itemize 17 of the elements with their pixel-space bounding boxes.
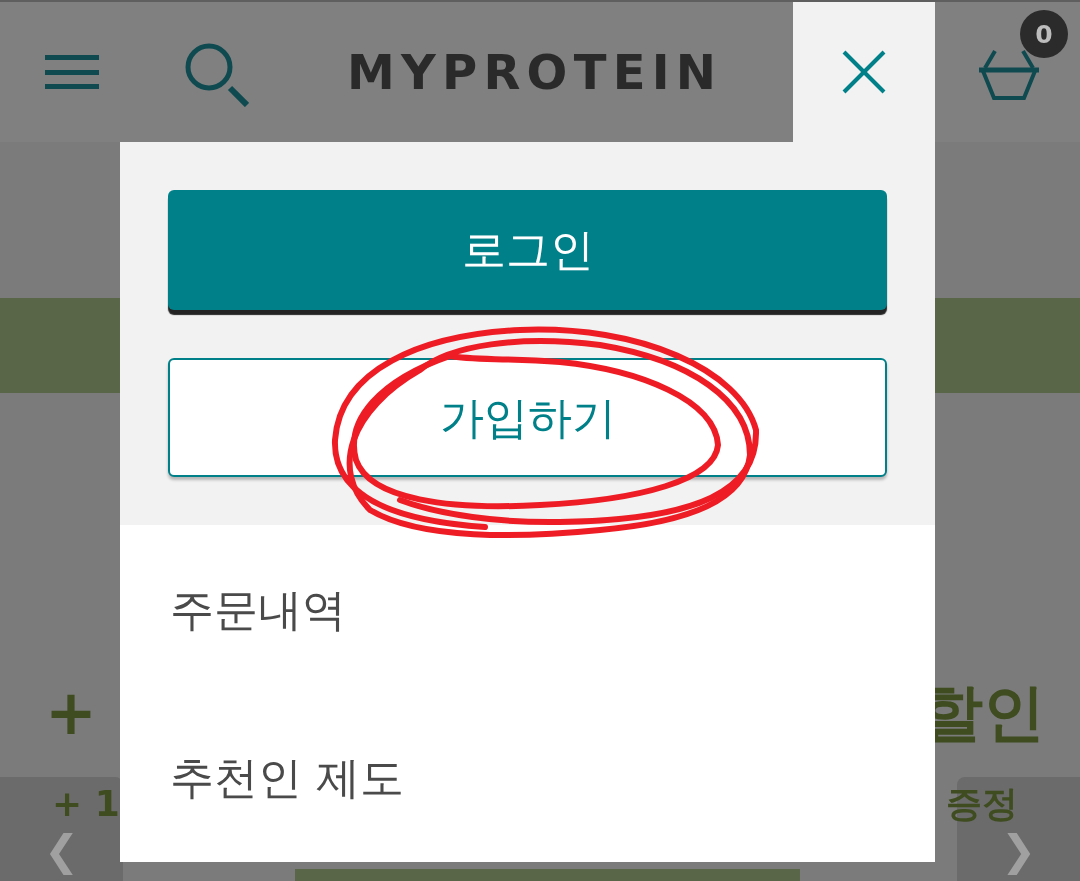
- search-button[interactable]: [185, 43, 249, 107]
- search-icon: [185, 43, 249, 107]
- brand-logo[interactable]: MYPROTEIN: [347, 48, 723, 96]
- close-button[interactable]: [793, 2, 935, 142]
- promo-text: +: [45, 678, 97, 748]
- close-icon: [842, 50, 886, 94]
- signup-button[interactable]: 가입하기: [168, 358, 887, 477]
- promo-text: 증정: [946, 784, 1018, 824]
- menu-link[interactable]: 추천인 제도: [170, 749, 404, 805]
- cart-button[interactable]: [977, 48, 1041, 102]
- promo-text: + 1: [52, 784, 120, 824]
- menu-icon: [45, 55, 99, 89]
- menu-link[interactable]: 주문내역: [170, 581, 346, 637]
- login-button[interactable]: 로그인: [168, 190, 887, 310]
- menu-button[interactable]: [45, 55, 99, 89]
- cart-count-badge: 0: [1020, 10, 1068, 58]
- basket-icon: [977, 48, 1041, 102]
